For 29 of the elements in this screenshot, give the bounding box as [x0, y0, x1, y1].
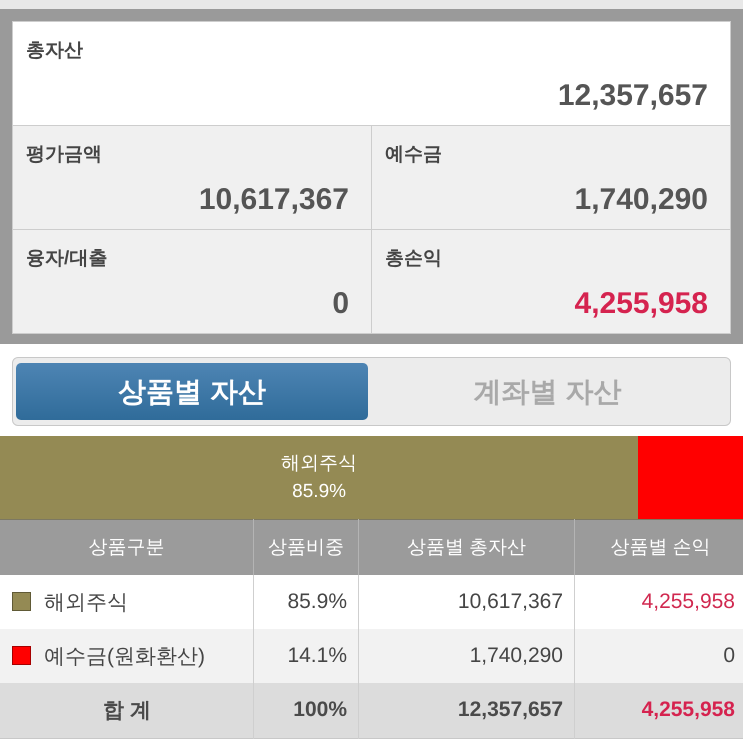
category-label: 예수금(원화환산) — [44, 644, 205, 670]
segment-share: 85.9% — [292, 480, 346, 504]
summary-label: 총자산 — [26, 39, 84, 63]
table-cell: 0 — [574, 628, 743, 682]
table-cell: 14.1% — [254, 628, 358, 682]
table-cell: 85.9% — [254, 574, 358, 628]
table-cell: 1,740,290 — [358, 628, 574, 682]
table-cell: 100% — [254, 682, 358, 738]
table-cell: 12,357,657 — [358, 682, 574, 738]
summary-value: 12,357,657 — [556, 79, 708, 113]
category-label: 해외주식 — [44, 590, 128, 616]
segment-label: 해외주식 — [281, 452, 358, 476]
table-cell: 합 계 — [0, 682, 254, 738]
summary-label: 총손익 — [385, 247, 443, 271]
column-header: 상품별 손익 — [574, 520, 743, 574]
column-header: 상품구분 — [0, 520, 254, 574]
summary-value: 0 — [331, 287, 349, 321]
summary-label: 융자/대출 — [26, 247, 108, 271]
summary-value: 1,740,290 — [574, 183, 708, 217]
column-header: 상품비중 — [254, 520, 358, 574]
table-cell: 4,255,958 — [574, 574, 743, 628]
tab[interactable]: 상품별 자산 — [16, 363, 368, 420]
table-cell: 4,255,958 — [574, 682, 743, 738]
summary-label: 예수금 — [385, 143, 443, 167]
summary-value: 4,255,958 — [574, 287, 708, 321]
summary-value: 10,617,367 — [198, 183, 349, 217]
summary-label: 평가금액 — [26, 143, 103, 167]
column-header: 상품별 총자산 — [358, 520, 574, 574]
table-cell: 10,617,367 — [358, 574, 574, 628]
